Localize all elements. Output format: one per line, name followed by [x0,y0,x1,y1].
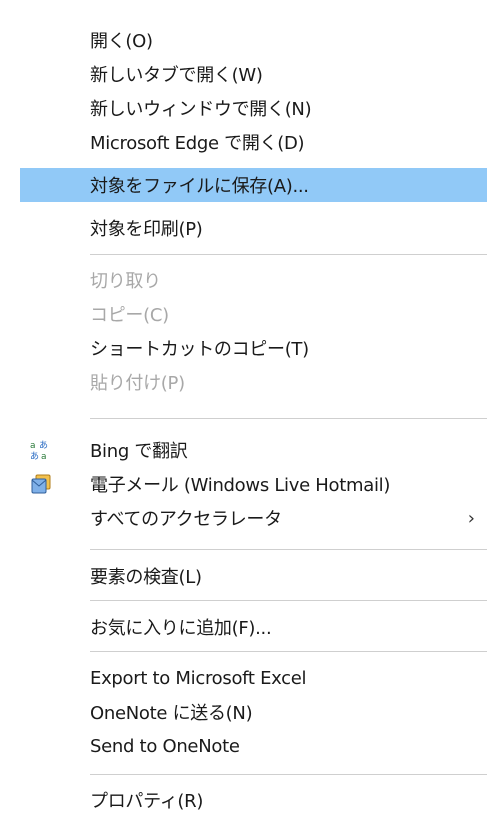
menu-item-properties[interactable]: プロパティ(R) [20,783,487,817]
menu-item-export-excel-label: Export to Microsoft Excel [90,667,307,689]
context-menu: 開く(O) 新しいタブで開く(W) 新しいウィンドウで開く(N) Microso… [20,0,487,828]
svg-text:あ: あ [39,440,48,451]
menu-separator [90,418,487,419]
menu-item-paste: 貼り付け(P) [20,365,487,399]
menu-item-inspect-element[interactable]: 要素の検査(L) [20,559,487,593]
menu-separator [90,254,487,255]
menu-item-open-new-tab[interactable]: 新しいタブで開く(W) [20,57,487,91]
menu-item-send-to-onenote[interactable]: Send to OneNote [20,729,487,763]
menu-item-save-target[interactable]: 対象をファイルに保存(A)... [20,168,487,202]
menu-item-add-favorites-label: お気に入りに追加(F)... [90,618,272,639]
bing-translate-icon: a あ あ a [30,439,52,462]
menu-item-export-excel[interactable]: Export to Microsoft Excel [20,661,487,695]
menu-item-email-label: 電子メール (Windows Live Hotmail) [90,475,391,496]
menu-item-copy-label: コピー(C) [90,305,169,326]
svg-text:あ: あ [30,451,39,461]
svg-text:a: a [41,452,47,461]
svg-text:a: a [30,441,36,451]
menu-item-add-favorites[interactable]: お気に入りに追加(F)... [20,610,487,644]
menu-item-paste-label: 貼り付け(P) [90,373,185,394]
menu-item-print-target-label: 対象を印刷(P) [90,219,203,240]
menu-separator [90,651,487,652]
menu-item-cut: 切り取り [20,263,487,297]
menu-item-send-onenote-jp-label: OneNote に送る(N) [90,703,253,724]
menu-item-all-accelerators[interactable]: すべてのアクセラレータ › [20,501,487,535]
menu-item-open-label: 開く(O) [90,31,153,52]
menu-item-open-new-window-label: 新しいウィンドウで開く(N) [90,99,312,120]
menu-separator [90,774,487,775]
menu-item-all-accelerators-label: すべてのアクセラレータ [90,509,282,530]
menu-item-open-in-edge-label: Microsoft Edge で開く(D) [90,133,305,154]
menu-item-open-new-tab-label: 新しいタブで開く(W) [90,65,263,86]
email-hotmail-icon [30,473,52,495]
menu-item-copy-shortcut[interactable]: ショートカットのコピー(T) [20,331,487,365]
menu-item-open-new-window[interactable]: 新しいウィンドウで開く(N) [20,91,487,125]
menu-item-cut-label: 切り取り [90,271,161,292]
menu-item-save-target-label: 対象をファイルに保存(A)... [90,176,309,197]
menu-item-bing-translate-label: Bing で翻訳 [90,441,188,462]
menu-separator [90,600,487,601]
menu-separator [90,549,487,550]
menu-item-send-onenote-jp[interactable]: OneNote に送る(N) [20,695,487,729]
chevron-right-icon: › [467,507,475,529]
menu-item-print-target[interactable]: 対象を印刷(P) [20,211,487,245]
menu-item-bing-translate[interactable]: a あ あ a Bing で翻訳 [20,433,487,467]
menu-item-open[interactable]: 開く(O) [20,23,487,57]
menu-item-email[interactable]: 電子メール (Windows Live Hotmail) [20,467,487,501]
menu-item-copy: コピー(C) [20,297,487,331]
menu-item-properties-label: プロパティ(R) [90,791,204,812]
menu-item-copy-shortcut-label: ショートカットのコピー(T) [90,339,309,360]
menu-item-send-to-onenote-label: Send to OneNote [90,735,240,757]
menu-item-open-in-edge[interactable]: Microsoft Edge で開く(D) [20,125,487,159]
menu-item-inspect-element-label: 要素の検査(L) [90,567,202,588]
